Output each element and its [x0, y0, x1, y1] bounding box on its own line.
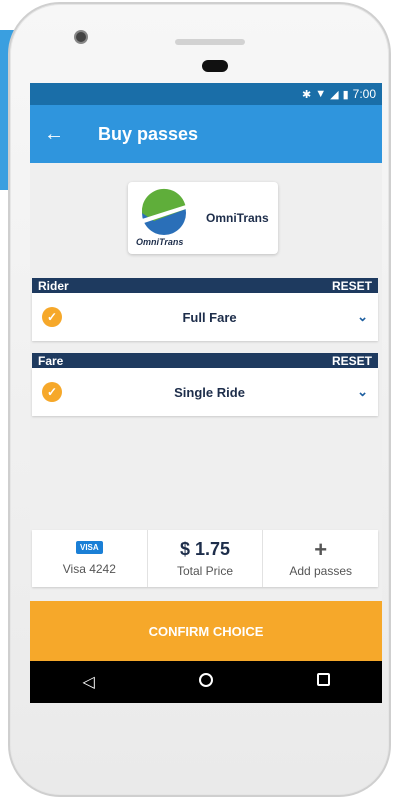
speaker-grille [175, 39, 245, 45]
bluetooth-icon: ✱ [302, 88, 312, 101]
chevron-down-icon[interactable]: ⌄ [357, 384, 368, 400]
fare-selector[interactable]: ✓ Single Ride ⌄ [32, 368, 378, 416]
add-passes-label: Add passes [289, 563, 353, 578]
wifi-icon: ▼ [315, 88, 327, 100]
fare-header-label: Fare [38, 353, 64, 368]
total-price: $ 1.75 Total Price [148, 530, 264, 587]
fare-reset-button[interactable]: RESET [332, 354, 372, 368]
status-bar: ✱ ▼ ◢ ▮ 7:00 [30, 83, 382, 105]
payment-label: Visa 4242 [62, 562, 116, 576]
fare-section: Fare RESET ✓ Single Ride ⌄ [32, 353, 378, 416]
confirm-button[interactable]: CONFIRM CHOICE [30, 601, 382, 661]
fare-header: Fare RESET [32, 353, 378, 368]
nav-recents-icon[interactable] [303, 673, 343, 691]
check-icon: ✓ [42, 382, 62, 402]
rider-selector[interactable]: ✓ Full Fare ⌄ [32, 293, 378, 341]
battery-icon: ▮ [342, 88, 349, 101]
rider-header-label: Rider [38, 278, 69, 293]
chevron-down-icon[interactable]: ⌄ [357, 309, 368, 325]
add-passes-button[interactable]: + Add passes [263, 530, 378, 587]
rider-value: Full Fare [182, 309, 237, 325]
rider-section: Rider RESET ✓ Full Fare ⌄ [32, 278, 378, 341]
page-title: Buy passes [98, 123, 199, 144]
android-nav-bar: ◁ [30, 661, 382, 703]
back-arrow-icon[interactable]: ← [44, 123, 84, 146]
agency-card: OmniTrans OmniTrans [128, 182, 278, 254]
status-time: 7:00 [352, 87, 376, 101]
camera-icon [76, 32, 86, 42]
agency-name: OmniTrans [206, 211, 269, 225]
visa-card-icon: VISA [76, 541, 103, 554]
nav-home-icon[interactable] [186, 672, 226, 692]
rider-header: Rider RESET [32, 278, 378, 293]
nav-back-icon[interactable]: ◁ [69, 672, 109, 692]
app-screen: ✱ ▼ ◢ ▮ 7:00 ← Buy passes OmniTrans Omni… [30, 83, 382, 703]
price-label: Total Price [176, 564, 234, 578]
payment-method[interactable]: VISA Visa 4242 [32, 530, 148, 587]
plus-icon: + [314, 536, 328, 562]
signal-icon: ◢ [330, 88, 339, 101]
logo-text: OmniTrans [136, 237, 184, 247]
sensor [202, 60, 228, 72]
summary-panel: VISA Visa 4242 $ 1.75 Total Price + Add … [32, 530, 378, 587]
rider-reset-button[interactable]: RESET [332, 279, 372, 293]
fare-value: Single Ride [174, 384, 245, 400]
agency-logo: OmniTrans [134, 187, 198, 249]
price-value: $ 1.75 [179, 539, 231, 559]
check-icon: ✓ [42, 307, 62, 327]
app-bar: ← Buy passes [30, 105, 382, 163]
